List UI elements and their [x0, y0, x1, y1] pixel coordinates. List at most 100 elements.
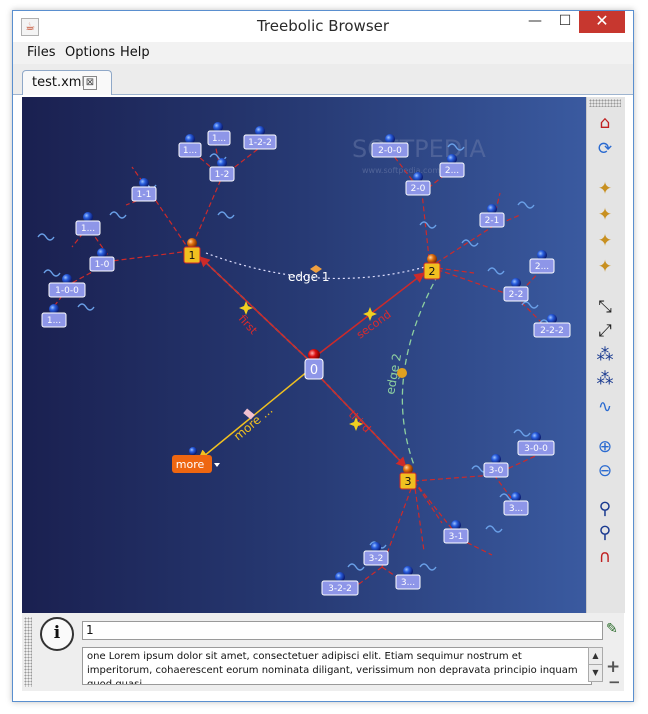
node-root-label: 0 — [310, 363, 318, 378]
info-icon: i — [40, 617, 74, 651]
node-2-2-label: 2-2 — [509, 290, 524, 300]
node-3-more-bottom-label: 3... — [401, 578, 415, 588]
tab-bar: test.xml ⊠ — [13, 64, 633, 95]
node-3-2-label: 3-2 — [369, 554, 384, 564]
orientation-west-icon[interactable]: ✦ — [593, 255, 617, 279]
tree-graph[interactable]: SOFTPEDIA www.softpedia.com first second… — [22, 97, 586, 613]
tab-label: test.xml — [32, 75, 86, 90]
tab-close-icon[interactable]: ⊠ — [83, 76, 97, 90]
tree-icon[interactable]: ⁂ — [593, 343, 617, 367]
orientation-east-icon[interactable]: ✦ — [593, 229, 617, 253]
menu-options[interactable]: Options — [65, 45, 115, 60]
tree-full-icon[interactable]: ⁂ — [593, 367, 617, 391]
status-panel: i 1 ✎ one Lorem ipsum dolor sit amet, co… — [22, 613, 624, 691]
node-2-more-right[interactable]: 2... — [529, 250, 555, 274]
node-1-top-more-a[interactable]: 1... — [207, 122, 231, 146]
refresh-icon[interactable]: ⟳ — [593, 137, 617, 161]
node-2-0-0-label: 2-0-0 — [378, 146, 402, 156]
node-1-0-label: 1-0 — [95, 260, 110, 270]
edge-label-first: first — [236, 312, 261, 337]
edge-label-edge1: edge 1 — [288, 270, 329, 284]
node-1-2-label: 1-2 — [215, 170, 230, 180]
scroll-up-button[interactable]: ▲ — [588, 647, 603, 665]
description-textarea[interactable]: one Lorem ipsum dolor sit amet, consecte… — [82, 647, 592, 685]
minus-icon[interactable]: − — [608, 673, 621, 691]
node-1-top-more-b-label: 1... — [183, 146, 197, 156]
node-1-top-more-a-label: 1... — [212, 134, 226, 144]
watermark-subtext: www.softpedia.com — [362, 166, 440, 175]
node-3-2-2[interactable]: 3-2-2 — [321, 572, 359, 596]
node-1-0[interactable]: 1-0 — [89, 248, 115, 272]
node-1-2-2-label: 1-2-2 — [248, 138, 272, 148]
magnet-icon[interactable]: ∩ — [593, 545, 617, 569]
edge-icon[interactable]: ∿ — [593, 395, 617, 419]
node-1-top-more-b[interactable]: 1... — [178, 134, 202, 158]
edge-label-third: third — [346, 408, 373, 435]
zoom-out-icon[interactable]: ⊖ — [593, 459, 617, 483]
zoom-in-icon[interactable]: ⊕ — [593, 435, 617, 459]
toolbar-grip[interactable] — [589, 99, 621, 107]
branch-3-edges — [343, 452, 543, 596]
edge2-marker-icon — [397, 368, 407, 378]
node-1-2-2[interactable]: 1-2-2 — [243, 126, 277, 150]
scroll-down-button[interactable]: ▼ — [588, 664, 603, 682]
status-node-field[interactable]: 1 — [82, 621, 603, 640]
edit-icon[interactable]: ✎ — [606, 621, 618, 637]
node-2-2[interactable]: 2-2 — [503, 278, 529, 302]
node-1-1[interactable]: 1-1 — [131, 178, 157, 202]
menu-files[interactable]: Files — [27, 45, 56, 60]
node-1-0-0[interactable]: 1-0-0 — [48, 274, 86, 298]
node-3-1-label: 3-1 — [449, 532, 464, 542]
expand-more-icon[interactable]: ⤢ — [593, 319, 617, 343]
status-grip[interactable] — [24, 617, 32, 687]
node-3-more-bottom[interactable]: 3... — [395, 566, 421, 590]
node-3-0-0-label: 3-0-0 — [524, 444, 548, 454]
minimize-button[interactable]: — — [521, 11, 549, 33]
node-1-0-more-a[interactable]: 1... — [41, 304, 67, 328]
home-icon[interactable]: ⌂ — [593, 111, 617, 135]
menu-bar: Files Options Help — [13, 42, 633, 64]
node-2-2-2[interactable]: 2-2-2 — [533, 314, 571, 338]
node-3-0-label: 3-0 — [489, 466, 504, 476]
orientation-north-icon[interactable]: ✦ — [593, 177, 617, 201]
node-1-0-0-label: 1-0-0 — [55, 286, 79, 296]
node-3-0[interactable]: 3-0 — [483, 454, 509, 478]
tab-test-xml[interactable]: test.xml ⊠ — [22, 70, 112, 95]
node-2-more-top-label: 2... — [445, 166, 459, 176]
find-icon[interactable]: ⚲ — [593, 497, 617, 521]
main-window: ☕ Treebolic Browser — ☐ ✕ Files Options … — [12, 10, 634, 702]
node-more-label: more — [176, 458, 205, 471]
node-2-1-label: 2-1 — [485, 216, 500, 226]
more-ball-icon — [189, 447, 197, 455]
node-3-more-label: 3... — [509, 504, 523, 514]
node-1-label: 1 — [189, 249, 196, 262]
find-next-icon[interactable]: ⚲ — [593, 521, 617, 545]
title-bar: ☕ Treebolic Browser — ☐ ✕ — [13, 11, 633, 41]
right-toolbar: ⌂ ⟳ ✦ ✦ ✦ ✦ ⤡ ⤢ ⁂ ⁂ ∿ ⊕ ⊖ ⚲ ⚲ ∩ — [586, 97, 625, 613]
tree-canvas[interactable]: SOFTPEDIA www.softpedia.com first second… — [22, 97, 586, 613]
node-1-1-label: 1-1 — [137, 190, 152, 200]
node-2-1[interactable]: 2-1 — [479, 204, 505, 228]
node-1-2[interactable]: 1-2 — [209, 158, 235, 182]
maximize-button[interactable]: ☐ — [551, 11, 579, 33]
node-3-2-2-label: 3-2-2 — [328, 584, 352, 594]
edge-decorations — [37, 143, 557, 571]
node-3-2[interactable]: 3-2 — [363, 542, 389, 566]
node-2-0-label: 2-0 — [411, 184, 426, 194]
expand-icon[interactable]: ⤡ — [593, 295, 617, 319]
node-3-label: 3 — [405, 475, 412, 488]
node-1-0-more-b[interactable]: 1... — [75, 212, 101, 236]
orientation-south-icon[interactable]: ✦ — [593, 203, 617, 227]
node-2-label: 2 — [429, 265, 436, 278]
close-button[interactable]: ✕ — [579, 11, 625, 33]
node-2-more-right-label: 2... — [535, 262, 549, 272]
more-dropdown-icon[interactable] — [214, 463, 220, 467]
node-2-0[interactable]: 2-0 — [405, 172, 431, 196]
node-1-0-more-b-label: 1... — [81, 224, 95, 234]
node-3-1[interactable]: 3-1 — [443, 520, 469, 544]
edge-label-more: more ... — [231, 403, 276, 444]
node-2-2-2-label: 2-2-2 — [540, 326, 564, 336]
node-1-0-more-a-label: 1... — [47, 316, 61, 326]
menu-help[interactable]: Help — [120, 45, 150, 60]
edge-2-label-dashed — [401, 274, 439, 466]
